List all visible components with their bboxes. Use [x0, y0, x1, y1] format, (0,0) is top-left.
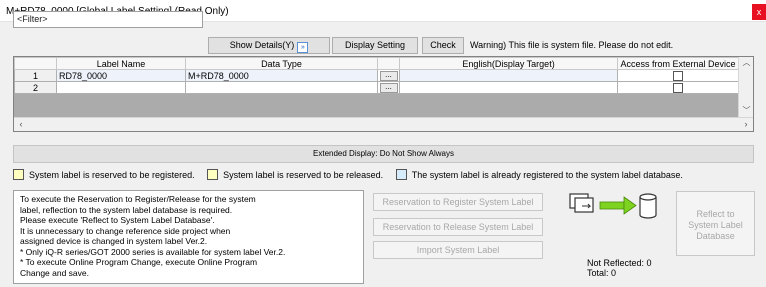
access-cell: [617, 69, 739, 82]
scroll-up-icon[interactable]: ︿: [739, 57, 754, 69]
legend-item-release: System label is reserved to be released.: [207, 169, 383, 180]
import-system-label-button[interactable]: Import System Label: [373, 241, 543, 259]
scroll-down-icon[interactable]: ﹀: [739, 105, 754, 117]
legend: System label is reserved to be registere…: [13, 169, 693, 181]
document-icon: [569, 193, 594, 213]
row-number: 1: [14, 69, 57, 82]
reserve-release-button[interactable]: Reservation to Release System Label: [373, 218, 543, 236]
reflect-diagram: [568, 189, 664, 227]
access-checkbox[interactable]: [673, 70, 683, 81]
legend-item-registered: The system label is already registered t…: [395, 169, 683, 180]
expand-toggle-icon: »: [297, 42, 309, 53]
legend-label: The system label is already registered t…: [411, 170, 683, 180]
scroll-right-icon[interactable]: ›: [739, 118, 753, 131]
column-header[interactable]: English(Display Target): [399, 57, 618, 70]
filter-input[interactable]: <Filter>: [13, 11, 203, 28]
label-name-cell[interactable]: RD78_0000: [56, 69, 186, 82]
reflect-label-line1: Reflect to: [696, 209, 735, 219]
data-type-cell[interactable]: M+RD78_0000: [185, 69, 378, 82]
reflect-to-database-button[interactable]: Reflect to System Label Database: [676, 191, 755, 256]
legend-label: System label is reserved to be released.: [223, 170, 384, 180]
reflect-status: Not Reflected: 0 Total: 0: [587, 258, 652, 278]
legend-label: System label is reserved to be registere…: [29, 170, 195, 180]
extended-display-bar[interactable]: Extended Display: Do Not Show Always: [13, 145, 754, 163]
table-row[interactable]: 1 RD78_0000 M+RD78_0000 ...: [14, 69, 739, 82]
reflect-label-line3: Database: [696, 231, 735, 241]
english-cell[interactable]: [399, 81, 618, 94]
register-swatch: [13, 169, 24, 180]
label-name-cell[interactable]: [56, 81, 186, 94]
row-number-header: [14, 57, 57, 70]
row-number: 2: [14, 81, 57, 94]
table-row[interactable]: 2 ...: [14, 81, 739, 94]
registered-swatch: [395, 169, 407, 180]
horizontal-scrollbar[interactable]: ‹ ›: [14, 117, 753, 131]
scroll-left-icon[interactable]: ‹: [14, 118, 28, 131]
data-type-cell[interactable]: [185, 81, 378, 94]
column-header[interactable]: Data Type: [185, 57, 378, 70]
not-reflected-count: Not Reflected: 0: [587, 258, 652, 268]
info-textbox: To execute the Reservation to Register/R…: [13, 190, 364, 284]
vertical-scrollbar[interactable]: ︿ ﹀: [738, 57, 753, 117]
legend-item-register: System label is reserved to be registere…: [13, 169, 195, 180]
column-header[interactable]: Access from External Device: [617, 57, 739, 70]
label-table: Label Name Data Type English(Display Tar…: [14, 57, 739, 94]
english-cell[interactable]: [399, 69, 618, 82]
database-icon: [639, 193, 657, 219]
show-details-label: Show Details(Y): [229, 40, 295, 50]
access-checkbox[interactable]: [673, 82, 683, 93]
release-swatch: [207, 169, 219, 180]
column-header-blank: [377, 57, 400, 70]
label-grid[interactable]: Label Name Data Type English(Display Tar…: [13, 56, 754, 132]
reserve-register-button[interactable]: Reservation to Register System Label: [373, 193, 543, 211]
data-type-browse-cell: ...: [377, 69, 400, 82]
browse-button[interactable]: ...: [379, 70, 398, 81]
arrow-right-icon: [599, 196, 637, 215]
data-type-browse-cell: ...: [377, 81, 400, 94]
reflect-label-line2: System Label: [688, 220, 743, 230]
warning-text: Warning) This file is system file. Pleas…: [470, 40, 674, 50]
check-button[interactable]: Check: [422, 37, 464, 54]
column-header[interactable]: Label Name: [56, 57, 186, 70]
table-header-row: Label Name Data Type English(Display Tar…: [14, 57, 739, 70]
close-icon[interactable]: x: [752, 4, 766, 20]
show-details-button[interactable]: Show Details(Y)»: [208, 37, 330, 54]
total-count: Total: 0: [587, 268, 617, 278]
access-cell: [617, 81, 739, 94]
browse-button[interactable]: ...: [379, 82, 398, 93]
display-setting-button[interactable]: Display Setting: [332, 37, 418, 54]
